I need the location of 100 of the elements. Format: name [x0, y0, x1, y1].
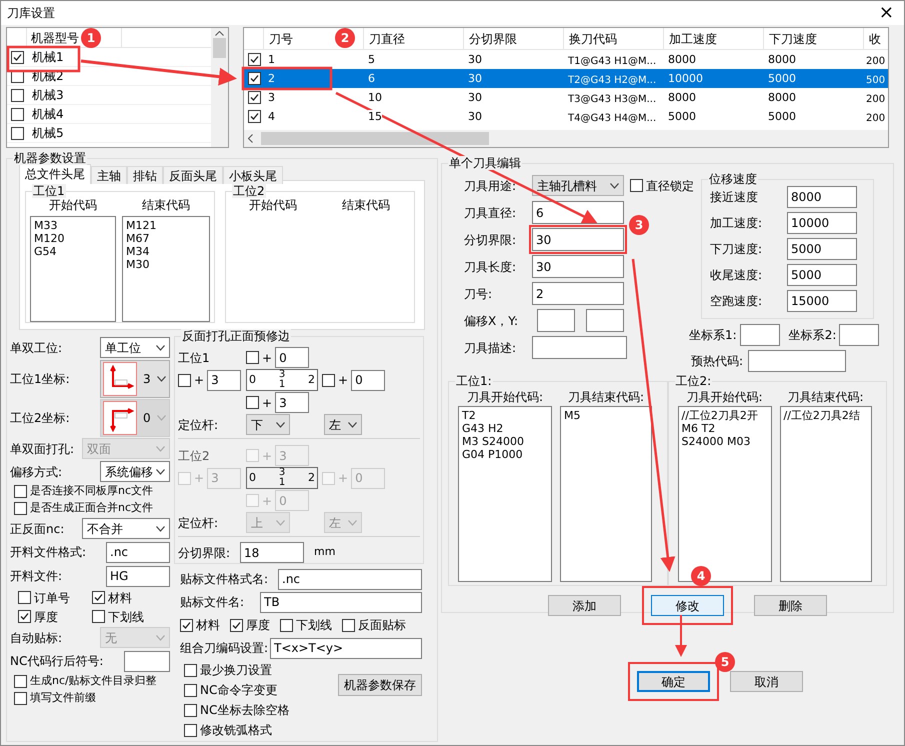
code-field[interactable]: M5	[560, 406, 652, 582]
checkbox[interactable]: 修改铣弧格式	[184, 721, 290, 739]
code-field[interactable]: M121 M67 M34 M30	[122, 216, 210, 322]
button[interactable]: 添加	[548, 595, 621, 616]
checkbox[interactable]: 最少换刀设置	[184, 661, 290, 679]
text-field[interactable]: HG	[106, 566, 170, 586]
check-icon	[250, 55, 258, 64]
checkbox[interactable]	[246, 351, 259, 364]
table-cell: 200	[866, 94, 886, 104]
text-field[interactable]: 30	[532, 255, 624, 278]
checkbox[interactable]	[10, 50, 24, 64]
table-row[interactable]: 2 6 30 T2@G43 H2@M... 10000 5000 500	[244, 69, 888, 88]
text-field[interactable]: 5000	[787, 264, 857, 286]
text-field[interactable]: 5000	[787, 238, 857, 260]
checkbox[interactable]	[248, 53, 260, 66]
tab[interactable]: 反面头尾	[163, 166, 223, 184]
checkbox[interactable]: NC坐标去除空格	[184, 701, 290, 719]
button[interactable]: 取消	[730, 671, 803, 692]
text-field[interactable]: 8000	[787, 186, 857, 208]
text-field[interactable]	[748, 350, 846, 372]
checkbox[interactable]: 材料	[180, 616, 220, 634]
code-field[interactable]: M33 M120 G54	[30, 216, 116, 322]
field-label: 工位1坐标:	[10, 370, 70, 388]
dropdown[interactable]: 3	[100, 360, 170, 398]
text-field[interactable]: .nc	[278, 568, 422, 590]
plus-sign: +	[194, 470, 204, 487]
text-field[interactable]: 0	[351, 370, 386, 390]
text-field[interactable]: 15000	[787, 290, 857, 312]
checkbox[interactable]: 下划线	[280, 616, 332, 634]
checkbox[interactable]: 反面贴标	[342, 616, 406, 634]
checkbox[interactable]	[178, 374, 191, 386]
checkbox[interactable]	[10, 108, 24, 120]
text-field[interactable]: 6	[532, 201, 624, 224]
list-item[interactable]: 机械5	[32, 124, 64, 142]
text-field[interactable]	[124, 650, 170, 672]
checkbox[interactable]: 填写文件前缀	[14, 690, 96, 707]
text-field[interactable]: T<x>T<y>	[270, 638, 422, 658]
list-item[interactable]: 机械1	[32, 48, 64, 66]
field-label: 单双工位:	[10, 340, 62, 356]
checkbox[interactable]	[248, 91, 260, 104]
check-icon	[182, 620, 191, 630]
table-cell: 30	[468, 53, 482, 66]
text-field[interactable]	[532, 336, 627, 359]
column-header: 下刀速度	[769, 32, 817, 46]
checkbox[interactable]: 下划线	[92, 608, 144, 626]
checkbox[interactable]	[10, 126, 24, 140]
list-item[interactable]: 机械4	[32, 105, 64, 123]
table-row[interactable]: 3 10 30 T3@G43 H3@M... 8000 8000 200	[244, 88, 888, 107]
group-title: 单个刀具编辑	[448, 156, 522, 170]
button[interactable]: 确定	[637, 671, 710, 692]
dropdown[interactable]: 主轴孔槽料	[532, 175, 624, 196]
text-field[interactable]	[839, 324, 880, 346]
dropdown[interactable]: 系统偏移	[100, 461, 170, 482]
checkbox[interactable]: 材料	[92, 588, 132, 606]
text-field[interactable]: TB	[260, 592, 422, 612]
text-field[interactable]: 30	[532, 228, 624, 251]
checkbox[interactable]: 直径锁定	[630, 176, 694, 194]
checkbox[interactable]: 厚度	[18, 608, 58, 626]
checkbox[interactable]	[248, 110, 260, 123]
button[interactable]: 删除	[754, 595, 827, 616]
code-field[interactable]: //工位2刀具2结	[780, 406, 872, 582]
checkbox[interactable]: 生成nc/贴标文件目录归整	[14, 673, 157, 690]
dropdown[interactable]: 不合并	[82, 518, 170, 539]
dropdown[interactable]: 下	[246, 414, 290, 435]
checkbox[interactable]: 是否生成正面合并nc文件	[14, 500, 154, 517]
checkbox[interactable]	[322, 374, 335, 386]
text-field[interactable]: 10000	[787, 212, 857, 234]
field-label: 坐标系2:	[788, 327, 836, 344]
text-field[interactable]: 2	[532, 282, 624, 305]
button[interactable]: 机器参数保存	[338, 674, 422, 696]
text-field[interactable]: 18	[240, 542, 304, 563]
text-field[interactable]: .nc	[106, 542, 170, 562]
scroll-left-icon	[248, 134, 253, 143]
code-field[interactable]: T2 G43 H2 M3 S24000 G04 P1000	[458, 406, 552, 582]
text-field[interactable]	[740, 324, 780, 346]
tab[interactable]: 主轴	[91, 166, 127, 184]
tab[interactable]: 排钻	[127, 166, 163, 184]
field-label: 空跑速度:	[710, 293, 762, 310]
text-field[interactable]: 0	[275, 347, 310, 368]
tab[interactable]: 总文件头尾	[19, 164, 91, 184]
text-field[interactable]	[537, 309, 575, 332]
dropdown[interactable]: 左	[324, 414, 362, 435]
dropdown[interactable]: 单工位	[100, 337, 170, 358]
table-row[interactable]: 1 5 30 T1@G43 H1@M... 8000 8000 200	[244, 50, 888, 69]
tab[interactable]: 小板头尾	[223, 166, 283, 184]
checkbox[interactable]	[248, 72, 260, 85]
text-field[interactable]	[586, 309, 624, 332]
text-field[interactable]: 3	[207, 370, 242, 390]
checkbox[interactable]: 是否连接不同板厚nc文件	[14, 483, 154, 500]
close-button[interactable]: ×	[876, 4, 896, 22]
button[interactable]: 修改	[651, 595, 724, 616]
checkbox[interactable]	[10, 88, 24, 102]
list-item[interactable]: 机械3	[32, 86, 64, 104]
group-title: 位移速度	[708, 172, 758, 186]
checkbox[interactable]: 订单号	[18, 588, 70, 606]
checkbox[interactable]	[246, 396, 259, 409]
table-row[interactable]: 4 15 30 T4@G43 H4@M... 5000 5000 200	[244, 107, 888, 126]
checkbox[interactable]: NC命令字变更	[184, 681, 290, 699]
text-field[interactable]: 3	[275, 392, 310, 413]
checkbox[interactable]: 厚度	[230, 616, 270, 634]
